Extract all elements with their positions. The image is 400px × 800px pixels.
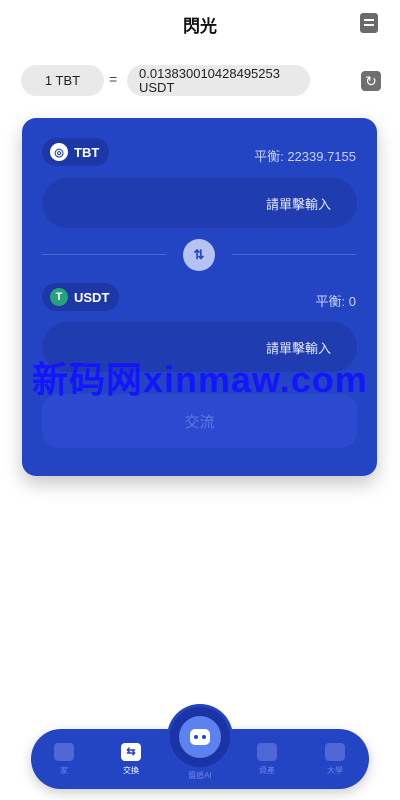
to-token-selector[interactable]: T USDT [42,283,120,311]
header: 閃光 [0,0,400,48]
home-icon [54,742,74,761]
swap-icon: ⇆ [121,742,141,761]
nav-label-swap: 交換 [123,765,139,775]
from-amount-input[interactable]: 請單擊輸入 [42,178,357,228]
nav-item-home[interactable]: 家 [39,729,89,789]
nav-label-university: 大學 [327,765,343,775]
nav-item-swap[interactable]: ⇆ 交換 [106,729,156,789]
rate-to-pill: 0.013830010428495253 USDT [127,65,310,96]
nav-item-university[interactable]: 大學 [310,729,360,789]
from-token-symbol: TBT [74,144,100,160]
from-token-selector[interactable]: ◎ TBT [42,138,110,166]
rate-to-value: 0.013830010428495253 [139,65,280,81]
swap-card: ◎ TBT 平衡: 22339.7155 請單擊輸入 ⇅ T USDT 平衡: … [22,118,377,476]
exchange-rate-row: 1 TBT = 0.013830010428495253 USDT ↻ [21,65,381,97]
divider-left [42,254,166,255]
nav-item-ai[interactable] [170,707,230,767]
divider-right [232,254,356,255]
tbt-token-icon: ◎ [50,143,68,161]
swap-direction-button[interactable]: ⇅ [183,239,215,271]
chat-icon [325,742,345,761]
page-title: 閃光 [183,16,217,36]
to-balance: 平衡: 0 [315,294,356,309]
nav-label-ai: 籠盾AI [188,771,212,780]
equals-sign: = [109,71,118,87]
rate-from-pill: 1 TBT [21,65,104,96]
from-balance: 平衡: 22339.7155 [254,149,356,164]
nav-label-home: 家 [60,765,68,775]
watermark: 新码网xinmaw.com [32,359,368,400]
refresh-icon[interactable]: ↻ [361,71,381,91]
nav-label-assets: 資產 [259,765,275,775]
wallet-icon [257,742,277,761]
bottom-nav: 家 ⇆ 交換 籠盾AI 資產 大學 [31,707,369,789]
receipt-icon[interactable] [360,13,378,33]
rate-to-unit: USDT [139,79,175,95]
robot-face [190,729,210,745]
nav-item-assets[interactable]: 資產 [242,729,292,789]
robot-icon [179,716,221,758]
usdt-token-icon: T [50,288,68,306]
to-token-symbol: USDT [74,289,110,305]
